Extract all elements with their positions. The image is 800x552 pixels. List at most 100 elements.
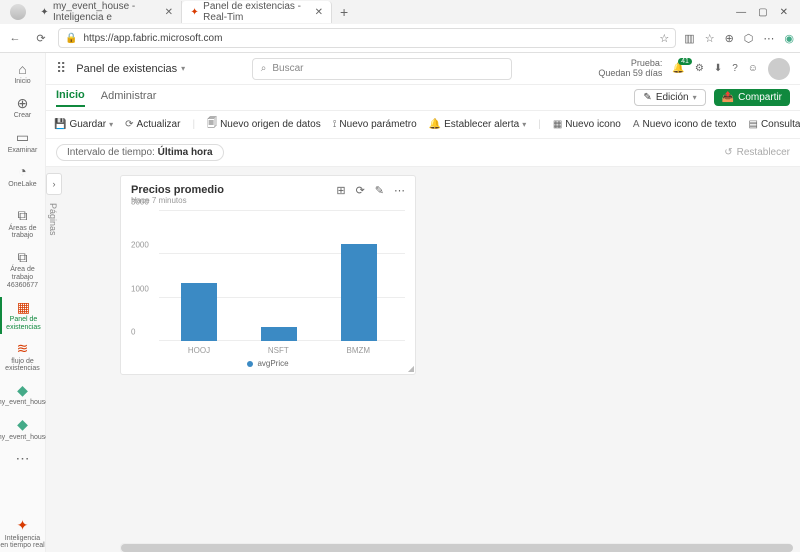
favorite-icon[interactable]: ☆ xyxy=(659,32,669,45)
more-tile-icon[interactable]: ⋯ xyxy=(394,184,405,197)
search-input[interactable]: ⌕ Buscar xyxy=(252,58,512,80)
new-tab-button[interactable]: + xyxy=(332,4,356,20)
copilot-icon[interactable]: ◉ xyxy=(784,32,794,45)
scrollbar-thumb[interactable] xyxy=(121,544,793,552)
rail-workspace-id[interactable]: ⧉Área de trabajo 46360677 xyxy=(0,247,45,292)
page-title[interactable]: Panel de existencias▾ xyxy=(76,63,185,75)
table-icon[interactable]: ⊞ xyxy=(336,184,345,197)
set-alert-button[interactable]: 🔔Establecer alerta▾ xyxy=(429,119,527,130)
browser-chrome: ✦ my_event_house - Inteligencia e ✕ ✦ Pa… xyxy=(0,0,800,53)
browser-tab[interactable]: ✦ my_event_house - Inteligencia e ✕ xyxy=(32,1,182,23)
rail-panel[interactable]: ▦Panel de existencias xyxy=(0,297,45,335)
chart-legend: avgPrice xyxy=(131,359,405,368)
close-icon[interactable]: ✕ xyxy=(165,7,173,18)
chevron-right-icon: › xyxy=(53,179,56,189)
bell-icon: 🔔 xyxy=(429,119,441,130)
new-param-button[interactable]: ⟟Nuevo parámetro xyxy=(333,119,417,130)
reset-button[interactable]: ↺Restablecer xyxy=(724,147,790,158)
edit-tile-icon[interactable]: ✎ xyxy=(375,184,384,197)
rail-crear[interactable]: ⊕Crear xyxy=(0,93,45,123)
app-launcher-icon[interactable]: ⠿ xyxy=(56,60,66,77)
minimize-icon[interactable]: — xyxy=(736,7,746,18)
rail-workspaces[interactable]: ⧉Áreas de trabajo xyxy=(0,205,45,243)
share-button[interactable]: 📤Compartir xyxy=(714,89,790,106)
workspaces-icon: ⧉ xyxy=(18,208,28,223)
text-tile-icon: A xyxy=(633,119,640,130)
window-controls: — ▢ ✕ xyxy=(736,7,796,18)
more-icon: ⋯ xyxy=(16,451,30,466)
resize-handle-icon[interactable]: ◢ xyxy=(408,364,414,373)
close-icon[interactable]: ✕ xyxy=(315,7,323,18)
more-icon[interactable]: ⋯ xyxy=(763,32,774,45)
notification-badge: 41 xyxy=(678,58,692,65)
tab-inicio[interactable]: Inicio xyxy=(56,89,85,107)
tab-favicon-icon: ✦ xyxy=(40,6,49,18)
rail-examinar[interactable]: ▭Examinar xyxy=(0,127,45,157)
new-text-tile-button[interactable]: ANuevo icono de texto xyxy=(633,119,737,130)
new-datasource-button[interactable]: 🗐Nuevo origen de datos xyxy=(207,116,321,133)
canvas-area: › Páginas Precios promedio Hace 7 minuto… xyxy=(46,167,800,552)
horizontal-scrollbar[interactable] xyxy=(120,543,792,552)
collections-icon[interactable]: ⊕ xyxy=(725,32,734,45)
stream-icon: ≋ xyxy=(17,341,29,356)
x-tick: HOOJ xyxy=(188,346,210,355)
edit-mode-button[interactable]: ✎Edición▾ xyxy=(634,89,705,106)
feedback-icon[interactable]: ☺ xyxy=(748,63,758,74)
time-range-chip[interactable]: Intervalo de tiempo: Última hora xyxy=(56,144,224,161)
y-axis: 3000 2000 1000 0 xyxy=(131,211,159,341)
new-tile-button[interactable]: ▦Nuevo icono xyxy=(553,119,621,130)
bar[interactable] xyxy=(261,327,297,341)
rail-inteligencia[interactable]: ✦Inteligencia en tiempo real xyxy=(0,515,45,552)
refresh-tile-icon[interactable]: ⟳ xyxy=(356,184,365,197)
back-icon[interactable]: ← xyxy=(6,32,24,44)
param-icon: ⟟ xyxy=(333,119,337,130)
browser-tab-active[interactable]: ✦ Panel de existencias - Real-Tim ✕ xyxy=(182,1,332,23)
refresh-button[interactable]: ⟳Actualizar xyxy=(125,119,180,130)
y-tick: 0 xyxy=(131,328,135,337)
bar[interactable] xyxy=(341,244,377,342)
help-icon[interactable]: ? xyxy=(732,63,738,74)
share-icon: 📤 xyxy=(722,92,734,103)
rail-flujo[interactable]: ≋flujo de existencias xyxy=(0,338,45,376)
chart-card[interactable]: Precios promedio Hace 7 minutos ⊞ ⟳ ✎ ⋯ … xyxy=(120,175,416,375)
close-window-icon[interactable]: ✕ xyxy=(780,7,788,18)
pencil-icon: ✎ xyxy=(643,92,651,103)
notification-button[interactable]: 🔔41 xyxy=(672,63,684,74)
download-icon[interactable]: ⬇ xyxy=(714,63,722,74)
collapse-pages-button[interactable]: › xyxy=(46,173,62,195)
top-bar: ⠿ Panel de existencias▾ ⌕ Buscar Prueba:… xyxy=(46,53,800,85)
rail-house2[interactable]: ◆my_event_house xyxy=(0,414,45,444)
rail-house1[interactable]: ◆my_event_house xyxy=(0,380,45,410)
y-tick: 3000 xyxy=(131,198,149,207)
query-icon: ▤ xyxy=(748,119,757,130)
bar[interactable] xyxy=(181,283,217,342)
legend-color-icon xyxy=(247,361,253,367)
favorites-icon[interactable]: ☆ xyxy=(705,32,715,45)
bar-chart: 3000 2000 1000 0 HOOJNSFTBMZM xyxy=(131,211,405,341)
settings-icon[interactable]: ⚙ xyxy=(695,63,704,74)
user-avatar[interactable] xyxy=(768,58,790,80)
maximize-icon[interactable]: ▢ xyxy=(758,7,767,18)
x-tick: NSFT xyxy=(268,346,289,355)
apps-icon[interactable]: ▥ xyxy=(684,32,694,45)
save-button[interactable]: 💾Guardar▾ xyxy=(54,119,113,130)
tab-favicon-icon: ✦ xyxy=(190,6,199,18)
card-title: Precios promedio xyxy=(131,184,224,196)
tab-administrar[interactable]: Administrar xyxy=(101,90,157,106)
refresh-icon[interactable]: ⟳ xyxy=(32,32,50,45)
filter-bar: Intervalo de tiempo: Última hora ↺Restab… xyxy=(46,139,800,167)
rail-inicio[interactable]: ⌂Inicio xyxy=(0,59,45,89)
extension-icon[interactable]: ⬡ xyxy=(744,32,754,45)
x-labels: HOOJNSFTBMZM xyxy=(159,346,399,355)
tab-title: my_event_house - Inteligencia e xyxy=(53,1,161,23)
onelake-icon: ◔ xyxy=(18,164,26,179)
dashboard-icon: ▦ xyxy=(17,300,30,315)
sub-tabs: Inicio Administrar ✎Edición▾ 📤Compartir xyxy=(46,85,800,111)
url-input[interactable]: 🔒 https://app.fabric.microsoft.com ☆ xyxy=(58,28,676,48)
rail-more[interactable]: ⋯ xyxy=(0,448,45,470)
queries-button[interactable]: ▤Consultas de base xyxy=(748,119,800,130)
search-icon: ⌕ xyxy=(261,63,267,74)
rail-onelake[interactable]: ◔OneLake xyxy=(0,161,45,191)
y-tick: 1000 xyxy=(131,284,149,293)
profile-avatar-icon[interactable] xyxy=(10,4,26,20)
